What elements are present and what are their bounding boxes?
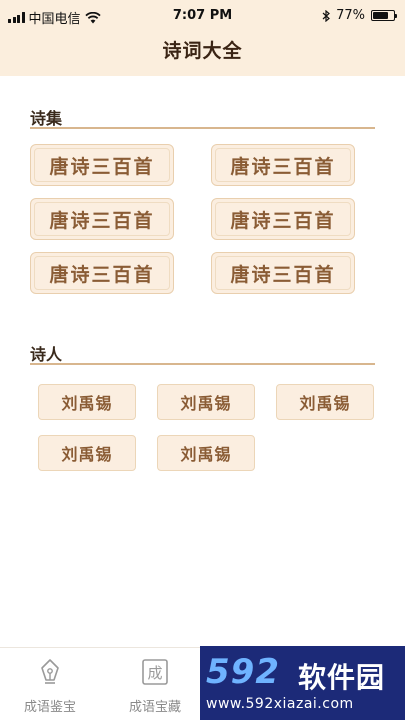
watermark-number: 592 — [206, 652, 280, 692]
collection-button[interactable]: 唐诗三百首 — [30, 198, 174, 240]
watermark-logo: 592 软件园 www.592xiazai.com — [200, 646, 405, 720]
pen-nib-icon — [41, 659, 59, 684]
stamp-icon: 成 — [142, 659, 168, 685]
tab-idiom-appraisal[interactable]: 成语鉴宝 — [0, 648, 100, 720]
collection-button[interactable]: 唐诗三百首 — [30, 144, 174, 186]
battery-percent: 77% — [336, 8, 365, 23]
tab-idiom-treasure[interactable]: 成 成语宝藏 — [105, 648, 205, 720]
poets-divider — [30, 363, 375, 365]
poet-button[interactable]: 刘禹锡 — [157, 384, 255, 420]
header-bar: 中国电信 7:07 PM 77% 诗词大全 — [0, 0, 405, 76]
status-right: 77% — [322, 8, 397, 23]
battery-fill — [373, 12, 389, 19]
poet-button[interactable]: 刘禹锡 — [276, 384, 374, 420]
collection-button[interactable]: 唐诗三百首 — [211, 198, 355, 240]
collection-button[interactable]: 唐诗三百首 — [30, 252, 174, 294]
poet-button[interactable]: 刘禹锡 — [157, 435, 255, 471]
page-title: 诗词大全 — [162, 40, 243, 62]
watermark-name: 软件园 — [298, 661, 386, 694]
collection-button[interactable]: 唐诗三百首 — [211, 144, 355, 186]
battery-icon — [371, 10, 397, 21]
poet-button[interactable]: 刘禹锡 — [38, 384, 136, 420]
poet-button[interactable]: 刘禹锡 — [38, 435, 136, 471]
watermark-url: www.592xiazai.com — [206, 696, 354, 712]
collection-button[interactable]: 唐诗三百首 — [211, 252, 355, 294]
collections-section-title: 诗集 — [30, 109, 63, 128]
collections-divider — [30, 127, 375, 129]
tab-label: 成语鉴宝 — [23, 700, 76, 715]
tab-label: 成语宝藏 — [128, 700, 181, 715]
status-bar: 中国电信 7:07 PM 77% — [0, 0, 405, 32]
bluetooth-icon — [322, 9, 331, 22]
stamp-glyph: 成 — [147, 664, 162, 682]
poets-section-title: 诗人 — [30, 345, 63, 364]
